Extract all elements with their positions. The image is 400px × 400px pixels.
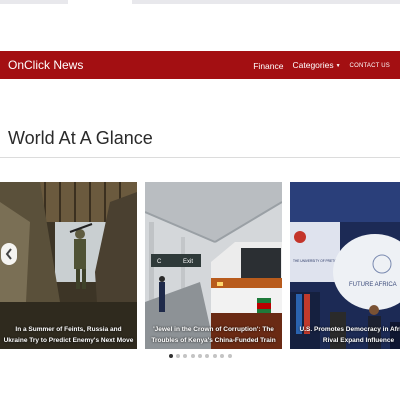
carousel-prev-button[interactable]	[1, 243, 17, 265]
nav-link-contact[interactable]: CONTACT US	[350, 60, 390, 72]
browser-top-strip	[0, 0, 400, 4]
slide-1-caption: In a Summer of Feints, Russia and Ukrain…	[3, 326, 134, 344]
brand-logo[interactable]: OnClick News	[8, 58, 83, 72]
carousel-slide-2[interactable]: C Exit 'Jewel in the Crown of Corruption…	[145, 182, 282, 349]
carousel-dot[interactable]	[183, 354, 188, 358]
slide-2-caption: 'Jewel in the Crown of Corruption': The …	[151, 326, 276, 344]
news-carousel: In a Summer of Feints, Russia and Ukrain…	[0, 182, 400, 350]
carousel-dot[interactable]	[168, 354, 173, 358]
section-title: World At A Glance	[8, 128, 153, 148]
caret-down-icon: ▼	[335, 63, 341, 69]
nav-link-categories-label: Categories	[292, 60, 334, 70]
section-divider	[0, 157, 400, 158]
platform-sign-exit: Exit	[183, 259, 193, 265]
carousel-slide-1[interactable]: In a Summer of Feints, Russia and Ukrain…	[0, 182, 137, 349]
browser-tab[interactable]	[68, 0, 132, 4]
carousel-dot[interactable]	[205, 354, 210, 358]
carousel-slide-3[interactable]: THE UNIVERSITY OF PRETORIA FUTURE AFRICA…	[290, 182, 400, 349]
platform-sign-left: C	[157, 259, 162, 265]
carousel-dot[interactable]	[227, 354, 232, 358]
nav-links: Finance Categories ▼ CONTACT US	[244, 59, 390, 72]
carousel-dot[interactable]	[198, 354, 202, 358]
navbar: OnClick News Finance Categories ▼ CONTACT…	[0, 51, 400, 79]
screen-future-africa-text: FUTURE AFRICA	[349, 282, 397, 288]
carousel-dot[interactable]	[190, 354, 195, 358]
carousel-dot[interactable]	[175, 354, 180, 358]
carousel-dot[interactable]	[212, 354, 217, 358]
chevron-left-icon	[5, 248, 12, 260]
carousel-dot[interactable]	[220, 354, 225, 358]
nav-link-categories[interactable]: Categories ▼	[292, 59, 340, 72]
nav-link-finance[interactable]: Finance	[253, 60, 283, 72]
slide-3-caption: U.S. Promotes Democracy in Africa as Riv…	[299, 326, 400, 344]
carousel-indicators	[0, 354, 400, 358]
